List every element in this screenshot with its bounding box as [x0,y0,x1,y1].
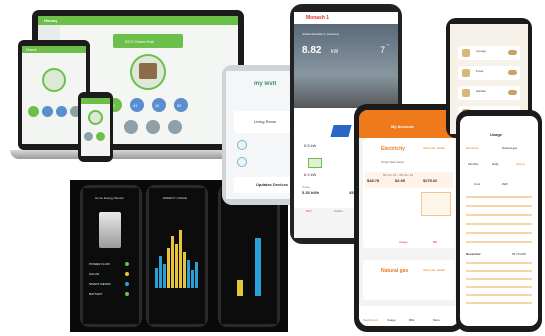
usage-tab-electricity[interactable]: Electricity [466,146,479,150]
nav-usage[interactable]: Usage [387,318,396,322]
today-bar-yellow [237,280,243,296]
levit-brand: my levit [254,81,277,87]
tab-week[interactable]: WEEK [334,209,343,213]
battery-kw: 6.9 kW [304,172,317,177]
nav-bills[interactable]: Bills [409,318,415,322]
laptop-app-title: Homey [44,18,58,23]
view-plan-details[interactable]: View plan details [423,146,445,150]
gas-card[interactable] [363,260,455,300]
tab-day[interactable]: DAY [306,209,312,213]
hub-item-2[interactable]: Foyer [476,69,484,73]
today-label: Today [302,185,311,189]
tablet-screen: Home [22,46,86,144]
gas-view-details[interactable]: View plan details [423,268,445,272]
hub-item-3[interactable]: Garden [476,89,486,93]
dark-row-4[interactable]: BATTERY [89,292,103,296]
dark-phone-3-screen: TODAY [221,188,277,324]
account-bottom-nav [359,306,459,326]
laptop-stat-4: 65 [177,103,182,108]
plan-name: Origin Max Saver [381,160,405,164]
toggle-2[interactable] [508,70,517,75]
bill-value-2: $2.95 [395,178,406,183]
energy-hub-image [99,212,121,248]
temp-value: 7 [380,45,386,55]
laptop-device-name: ECO Home Hub [125,39,154,44]
laptop-stat-3: 18 [155,103,160,108]
power-unit: kW [331,49,339,55]
today-bar-blue [255,238,261,296]
small-phone-green-screen [81,98,110,156]
dark-phone-2: ENERGY USAGE [146,185,208,327]
month-total: 55.76 kWh [512,252,527,256]
dark-row-3[interactable]: SMART METER [89,282,111,286]
usage-title: Usage [490,132,503,137]
levit-updates[interactable]: Updates Devices [256,182,288,187]
hub-item-1[interactable]: Lounge [476,49,486,53]
dark-phone-3: TODAY [218,185,280,327]
date-range: 09 Oct 18 – 08 Nov 18 [383,173,414,177]
temp-unit: ° [387,44,390,50]
power-value: 8.82 [302,45,322,56]
solar-kw: 5.5 kW [304,143,317,148]
dark-row-2[interactable]: SOLAR [89,272,99,276]
account-title: My Account [391,124,414,129]
usage-tab-gas[interactable]: Natural gas [502,146,517,150]
toggle-1[interactable] [508,50,517,55]
small-phone-green [78,92,113,162]
dark-phone-1: Home Energy Monitor POWER FLOW SOLAR SMA… [80,185,142,327]
tablet-title: Home [26,47,37,52]
today-value: 5.35 kWh [302,190,320,195]
dark-phone-1-screen: Home Energy Monitor POWER FLOW SOLAR SMA… [83,188,139,324]
location-text: Johannisstraße 3, Germany [302,32,340,36]
toggle-cost[interactable]: Cost [474,182,480,186]
account-phone: My Account Electricity View plan details… [354,104,464,332]
bill-value-1: $48.78 [367,178,380,183]
laptop-topbar [38,16,238,25]
period-daily[interactable]: Daily [492,162,499,166]
dark-row-1[interactable]: POWER FLOW [89,262,110,266]
levit-room: Living Room [254,119,277,124]
battery-icon [308,158,322,168]
solar-panel-icon [330,125,352,137]
period-history[interactable]: History [516,162,525,166]
usage-button[interactable]: Usage [399,240,408,244]
toggle-3[interactable] [508,90,517,95]
levit-phone-screen: my levit Living Room Updates Devices [226,71,298,199]
bill-button[interactable]: Bill [433,240,437,244]
dark-phone-1-title: Home Energy Monitor [95,196,125,200]
laptop-stat-2: 41 [133,103,138,108]
usage-chart-box [421,192,451,216]
usage-phone: Usage Electricity Natural gas Monthly Da… [456,110,542,332]
month-label: November [466,252,481,256]
montage-canvas: Homey ECO Home Hub 22 41 18 65 Home Home… [0,0,545,336]
nav-more[interactable]: More [433,318,440,322]
period-monthly[interactable]: Monthly [468,162,479,166]
electricity-label: Electricity [381,146,405,152]
dark-phone-2-title: ENERGY USAGE [163,196,187,200]
stat-circle-6[interactable] [146,120,160,134]
stat-circle-5[interactable] [124,120,138,134]
gas-label: Natural gas [381,268,409,274]
energy-usage-graph [153,228,201,288]
bill-value-3: $275.00 [423,178,438,183]
dark-phone-2-screen: ENERGY USAGE [149,188,205,324]
vehicle-name: Monash 1 [306,15,330,21]
stat-circle-7[interactable] [168,120,182,134]
account-screen: My Account Electricity View plan details… [359,110,459,326]
house-photo [294,24,398,116]
toggle-kwh[interactable]: kWh [502,182,508,186]
nav-dashboard[interactable]: Dashboard [363,318,378,322]
usage-history-bars [466,196,532,246]
usage-screen: Usage Electricity Natural gas Monthly Da… [460,116,538,326]
usage-daily-bars [466,262,532,308]
